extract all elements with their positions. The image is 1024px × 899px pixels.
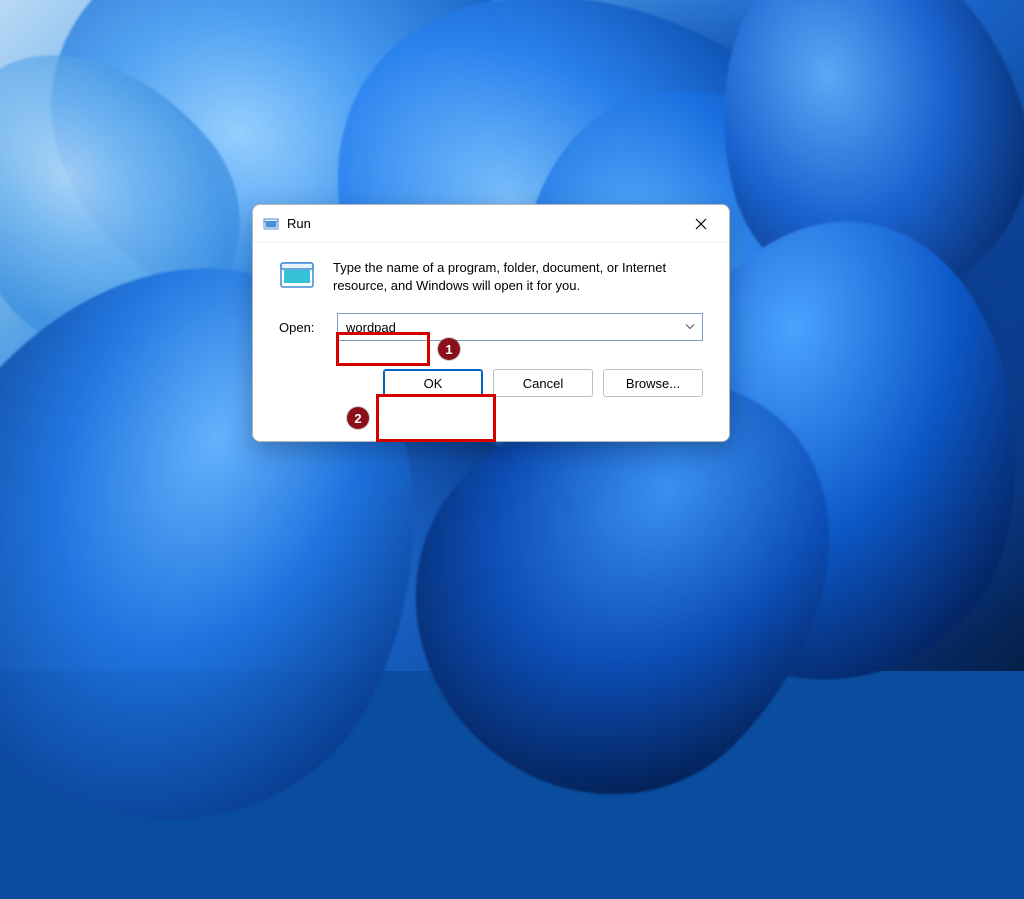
titlebar[interactable]: Run bbox=[253, 205, 729, 243]
run-dialog: Run Type the name of a program, folder, … bbox=[252, 204, 730, 442]
ok-button[interactable]: OK bbox=[383, 369, 483, 397]
open-label: Open: bbox=[279, 320, 323, 335]
open-input[interactable] bbox=[337, 313, 703, 341]
run-titlebar-icon bbox=[263, 216, 279, 232]
dialog-title: Run bbox=[287, 216, 679, 231]
dialog-description: Type the name of a program, folder, docu… bbox=[333, 259, 703, 295]
run-program-icon bbox=[279, 261, 315, 289]
open-combobox[interactable] bbox=[337, 313, 703, 341]
browse-button[interactable]: Browse... bbox=[603, 369, 703, 397]
close-button[interactable] bbox=[679, 209, 723, 239]
cancel-button[interactable]: Cancel bbox=[493, 369, 593, 397]
close-icon bbox=[695, 218, 707, 230]
